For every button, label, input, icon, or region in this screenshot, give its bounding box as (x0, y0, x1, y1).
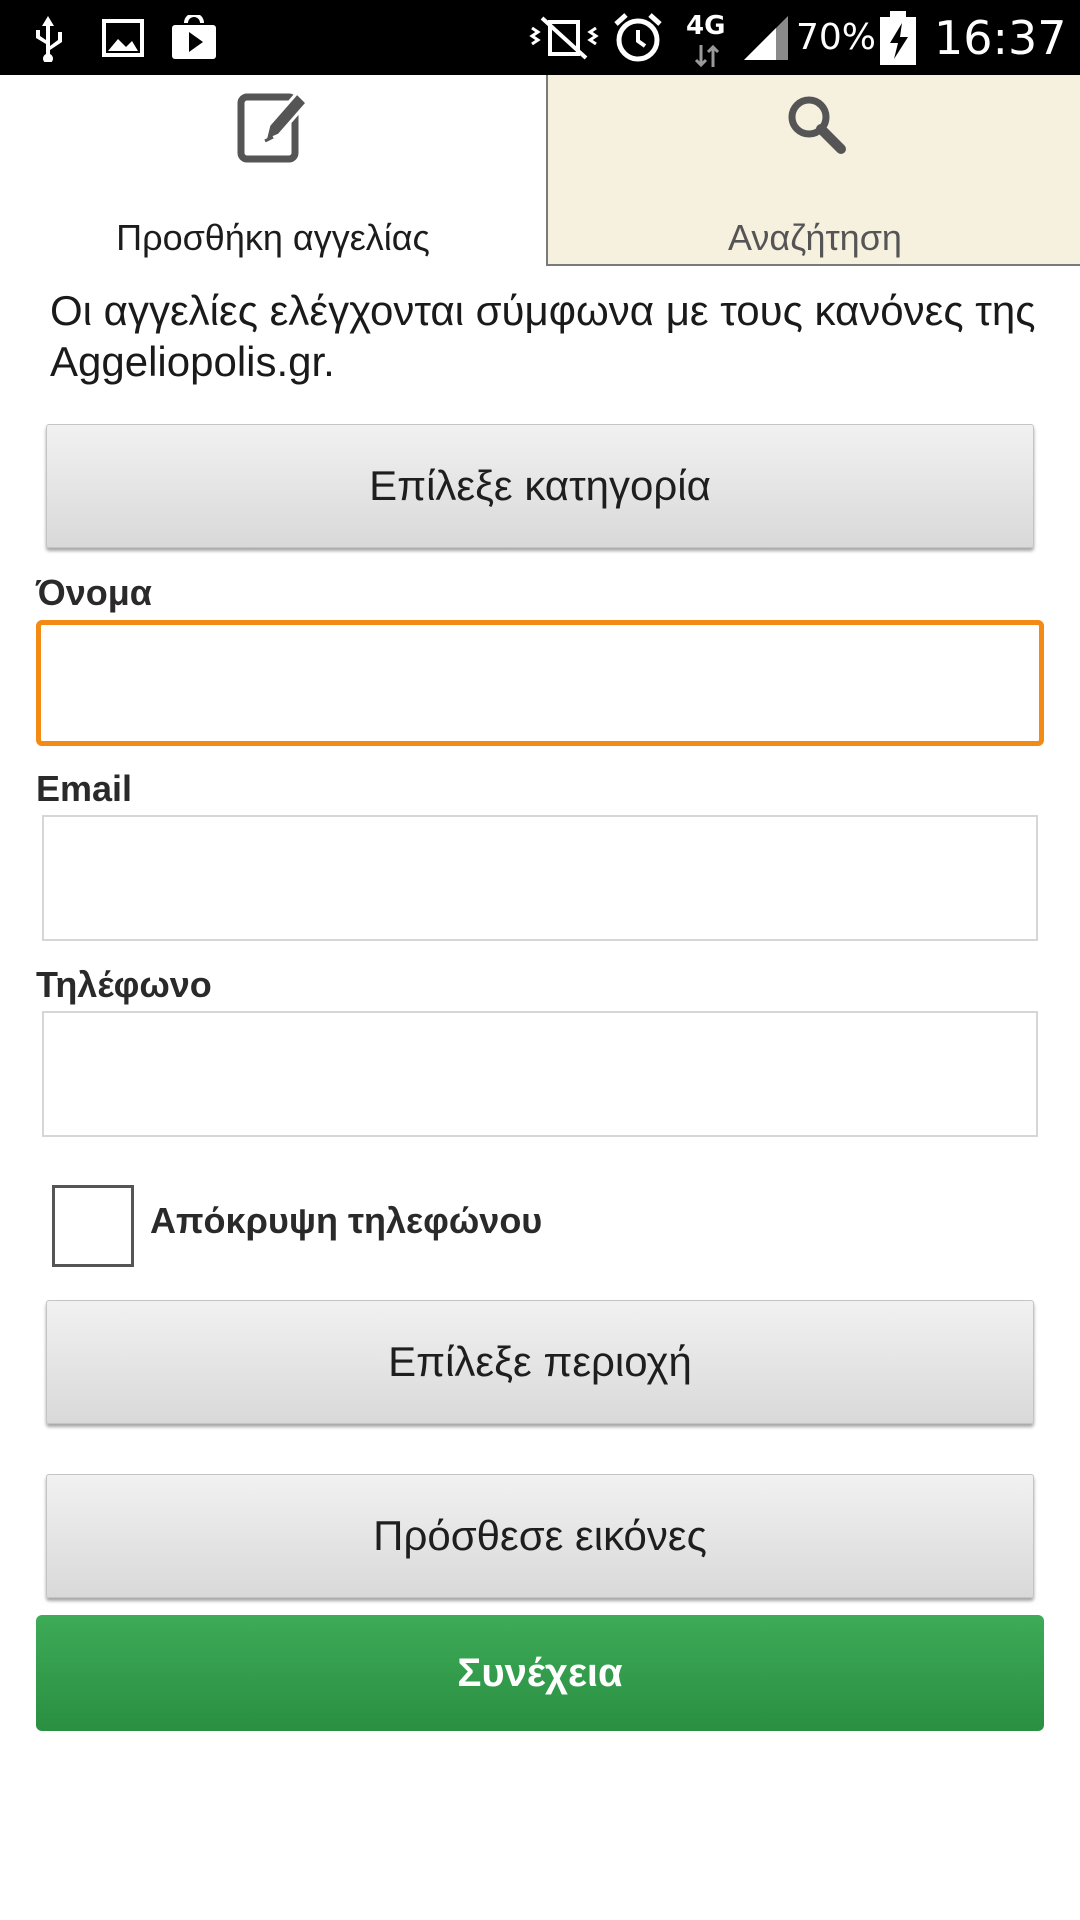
clock: 16:37 (934, 10, 1067, 65)
tab-add-label: Προσθήκη αγγελίας (116, 217, 430, 258)
name-field[interactable] (36, 620, 1044, 746)
alarm-icon (612, 0, 664, 75)
select-category-button[interactable]: Επίλεξε κατηγορία (46, 424, 1034, 548)
name-input[interactable] (41, 625, 1039, 741)
battery-charging-icon (878, 0, 918, 75)
hide-phone-label[interactable]: Απόκρυψη τηλεφώνου (150, 1200, 542, 1242)
rules-notice: Οι αγγελίες ελέγχονται σύμφωνα με τους κ… (50, 287, 1036, 385)
battery-percent: 70% (796, 17, 877, 58)
image-icon (102, 0, 144, 75)
add-images-button[interactable]: Πρόσθεσε εικόνες (46, 1474, 1034, 1598)
play-store-icon (170, 0, 218, 75)
email-label: Email (36, 768, 133, 809)
usb-icon (30, 0, 66, 75)
email-input[interactable] (44, 817, 1036, 939)
phone-label: Τηλέφωνο (36, 964, 212, 1005)
hide-phone-checkbox[interactable] (52, 1185, 134, 1267)
status-bar: 4G 70% 16:37 (0, 0, 1080, 75)
phone-input[interactable] (44, 1013, 1036, 1135)
vibrate-icon (528, 0, 600, 75)
tab-search[interactable]: Αναζήτηση (546, 75, 1080, 266)
name-label: Όνομα (36, 572, 152, 613)
tab-search-label: Αναζήτηση (728, 217, 902, 258)
tab-add-listing[interactable]: Προσθήκη αγγελίας (0, 75, 546, 266)
signal-icon (740, 0, 792, 75)
email-field[interactable] (42, 815, 1038, 941)
tab-bar: Προσθήκη αγγελίας Αναζήτηση (0, 75, 1080, 266)
search-icon (783, 91, 847, 160)
continue-button[interactable]: Συνέχεια (36, 1615, 1044, 1731)
select-region-button[interactable]: Επίλεξε περιοχή (46, 1300, 1034, 1424)
phone-field[interactable] (42, 1011, 1038, 1137)
edit-icon (235, 83, 311, 170)
